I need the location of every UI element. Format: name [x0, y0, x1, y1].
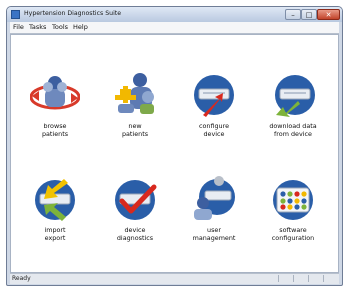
- configure-device-icon: [194, 75, 234, 117]
- menu-file[interactable]: File: [13, 23, 24, 31]
- tile-import-export[interactable]: import export: [20, 175, 90, 275]
- status-panel: [323, 275, 338, 282]
- minimize-icon: –: [291, 11, 295, 19]
- maximize-icon: □: [305, 11, 313, 19]
- tile-label-line2: patients: [41, 129, 69, 138]
- launcher-panel: browse patients new patients configure d…: [10, 34, 339, 273]
- maximize-button[interactable]: □: [301, 9, 317, 20]
- menu-tools[interactable]: Tools: [52, 23, 68, 31]
- tile-user-management[interactable]: user management: [179, 175, 249, 275]
- tile-label-line2: from device: [274, 129, 312, 138]
- status-panel: [278, 275, 293, 282]
- status-text: Ready: [12, 275, 31, 282]
- tile-label-line2: configuration: [271, 233, 315, 242]
- tile-browse-patients[interactable]: browse patients: [20, 71, 90, 171]
- tile-label-line2: device: [203, 129, 225, 138]
- tile-configure-device[interactable]: configure device: [179, 71, 249, 171]
- status-panel: [293, 275, 308, 282]
- tile-software-configuration[interactable]: software configuration: [258, 175, 328, 275]
- window-title: Hypertension Diagnostics Suite: [24, 10, 122, 17]
- tile-label-line2: management: [192, 233, 236, 242]
- download-data-icon: [275, 75, 315, 117]
- user-management-icon: [194, 176, 235, 220]
- menu-bar: File Tasks Tools Help: [10, 22, 339, 34]
- tile-device-diagnostics[interactable]: device diagnostics: [100, 175, 170, 275]
- status-bar: Ready: [10, 273, 339, 284]
- menu-tasks[interactable]: Tasks: [29, 23, 46, 31]
- app-window: Hypertension Diagnostics Suite – □ ✕ Fil…: [6, 6, 343, 286]
- tile-label-line2: patients: [121, 129, 149, 138]
- close-button[interactable]: ✕: [317, 9, 340, 20]
- tile-download-data[interactable]: download data from device: [258, 71, 328, 171]
- status-panel: [308, 275, 323, 282]
- browse-patients-icon: [30, 76, 80, 110]
- new-patients-icon: [115, 73, 154, 114]
- tile-new-patients[interactable]: new patients: [100, 71, 170, 171]
- menu-help[interactable]: Help: [73, 23, 88, 31]
- import-export-icon: [35, 179, 75, 221]
- tile-label-line2: diagnostics: [116, 233, 154, 242]
- app-icon: [11, 10, 20, 19]
- close-icon: ✕: [325, 11, 332, 19]
- device-diagnostics-icon: [115, 180, 157, 220]
- tile-label-line2: export: [44, 233, 66, 242]
- minimize-button[interactable]: –: [285, 9, 301, 20]
- title-bar[interactable]: Hypertension Diagnostics Suite – □ ✕: [7, 7, 342, 22]
- software-configuration-icon: [273, 180, 313, 220]
